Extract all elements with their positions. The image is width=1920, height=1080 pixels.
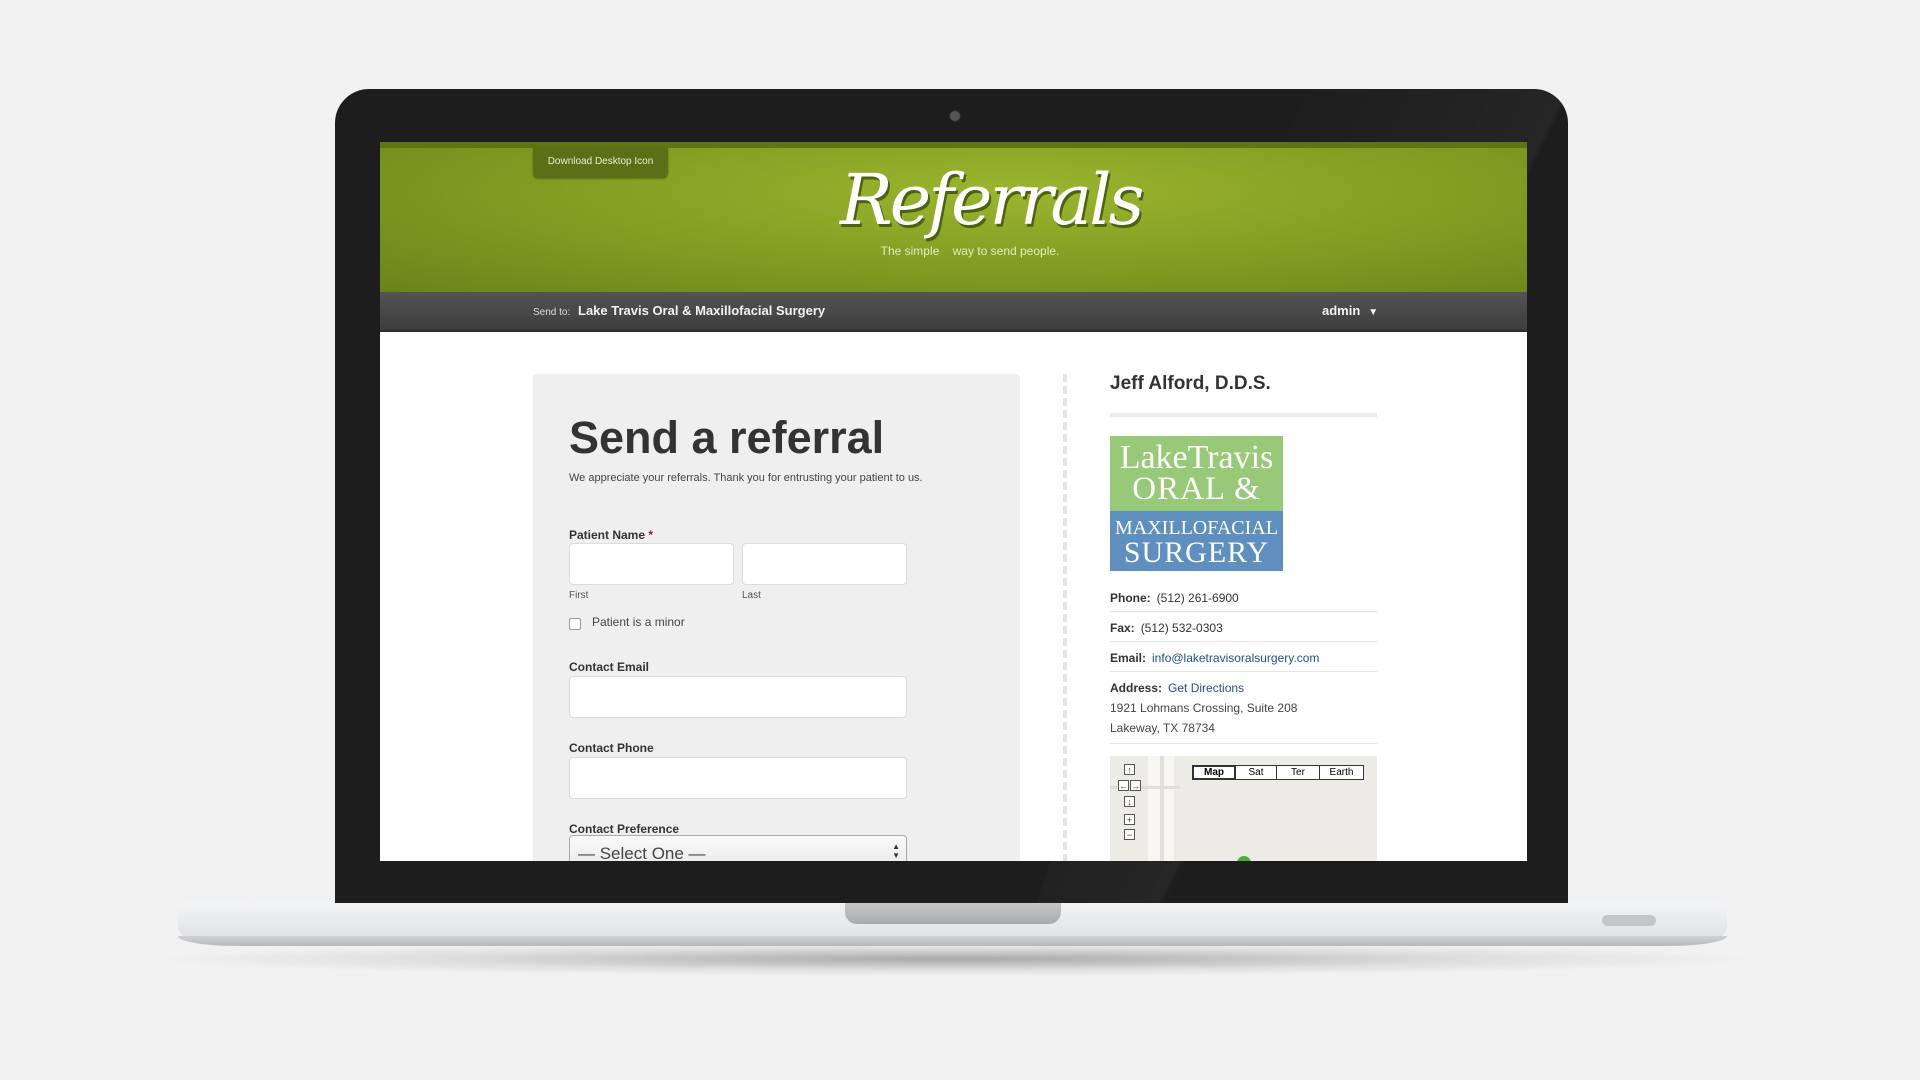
location-map[interactable]: ↑ ← → ↓ + − Map Sat Ter Earth <box>1110 756 1377 861</box>
chevron-down-icon: ▼ <box>1368 307 1379 318</box>
site-header: Download Desktop Icon Referrals The simp… <box>380 142 1527 292</box>
site-logo[interactable]: Referrals <box>840 158 1144 242</box>
map-zoom-in-icon[interactable]: + <box>1124 814 1135 825</box>
map-type-ter-button[interactable]: Ter <box>1276 765 1320 780</box>
laptop-foot <box>1602 915 1656 926</box>
map-pan-right-icon[interactable]: → <box>1130 780 1141 791</box>
top-nav: Send to: Lake Travis Oral & Maxillofacia… <box>380 292 1527 332</box>
user-menu[interactable]: admin ▼ <box>1322 303 1378 318</box>
map-pin-icon[interactable] <box>1237 856 1251 861</box>
divider-line <box>1110 641 1377 642</box>
fax-value: (512) 532-0303 <box>1140 621 1223 635</box>
form-intro: We appreciate your referrals. Thank you … <box>569 472 923 484</box>
map-type-sat-button[interactable]: Sat <box>1235 765 1277 780</box>
screen: Download Desktop Icon Referrals The simp… <box>380 142 1527 861</box>
email-link[interactable]: info@laketravisoralsurgery.com <box>1152 651 1319 665</box>
patient-name-label: Patient Name * <box>569 528 653 542</box>
map-type-map-button[interactable]: Map <box>1192 765 1236 780</box>
contact-email-label: Contact Email <box>569 660 650 674</box>
practice-logo-top: LakeTravis ORAL & <box>1110 436 1283 511</box>
divider-line <box>1110 743 1377 744</box>
map-type-earth-button[interactable]: Earth <box>1319 765 1364 780</box>
doctor-name: Jeff Alford, D.D.S. <box>1110 373 1271 394</box>
first-sublabel: First <box>569 590 589 601</box>
practice-phone: Phone: (512) 261-6900 <box>1110 591 1239 605</box>
contact-preference-select[interactable]: — Select One — ▲ ▼ <box>569 835 907 861</box>
send-to-label: Send to: <box>533 307 571 318</box>
map-road <box>1160 756 1164 861</box>
divider-line <box>1110 671 1377 672</box>
practice-email: Email: info@laketravisoralsurgery.com <box>1110 651 1319 665</box>
laptop-base-lip <box>178 936 1727 946</box>
patient-minor-label[interactable]: Patient is a minor <box>592 615 685 629</box>
phone-label: Phone: <box>1110 591 1151 605</box>
select-arrows-icon: ▲ ▼ <box>892 842 900 860</box>
send-to-practice: Lake Travis Oral & Maxillofacial Surgery <box>578 303 826 318</box>
practice-logo-bottom: MAXILLOFACIAL SURGERY <box>1110 511 1283 571</box>
practice-logo-line4: SURGERY <box>1123 536 1270 569</box>
map-zoom-out-icon[interactable]: − <box>1124 829 1135 840</box>
practice-logo-line2: ORAL & <box>1132 471 1261 507</box>
patient-minor-checkbox[interactable] <box>569 618 581 630</box>
tagline: The simple way to send people. <box>880 244 1060 258</box>
map-pan-up-icon[interactable]: ↑ <box>1124 764 1135 775</box>
contact-preference-label: Contact Preference <box>569 822 680 836</box>
laptop-notch <box>845 902 1061 924</box>
fax-label: Fax: <box>1110 621 1135 635</box>
camera-icon <box>949 110 961 122</box>
address-line1: 1921 Lohmans Crossing, Suite 208 <box>1110 701 1298 715</box>
page-title: Send a referral <box>569 412 885 463</box>
patient-first-name-input[interactable] <box>569 543 734 585</box>
email-label: Email: <box>1110 651 1147 665</box>
map-pan-down-icon[interactable]: ↓ <box>1124 796 1135 807</box>
address-label: Address: <box>1110 681 1163 695</box>
user-name: admin <box>1322 303 1361 318</box>
divider-line <box>1110 611 1377 612</box>
contact-preference-value: — Select One — <box>578 844 706 861</box>
patient-last-name-input[interactable] <box>742 543 907 585</box>
map-pan-left-icon[interactable]: ← <box>1118 780 1129 791</box>
practice-address: Address: Get Directions <box>1110 681 1244 695</box>
phone-value: (512) 261-6900 <box>1156 591 1239 605</box>
divider-line <box>1110 413 1377 417</box>
practice-fax: Fax: (512) 532-0303 <box>1110 621 1223 635</box>
practice-logo: LakeTravis ORAL & MAXILLOFACIAL SURGERY <box>1110 436 1283 571</box>
required-marker: * <box>648 528 654 542</box>
laptop-shadow <box>140 942 1765 976</box>
address-line2: Lakeway, TX 78734 <box>1110 721 1215 735</box>
referral-form: Send a referral We appreciate your refer… <box>533 374 1020 861</box>
contact-email-input[interactable] <box>569 676 907 718</box>
get-directions-link[interactable]: Get Directions <box>1168 681 1244 695</box>
last-sublabel: Last <box>742 590 761 601</box>
contact-phone-input[interactable] <box>569 757 907 799</box>
download-desktop-icon-button[interactable]: Download Desktop Icon <box>533 148 668 178</box>
patient-name-label-text: Patient Name <box>569 528 646 542</box>
contact-phone-label: Contact Phone <box>569 741 654 755</box>
column-divider <box>1063 374 1067 861</box>
